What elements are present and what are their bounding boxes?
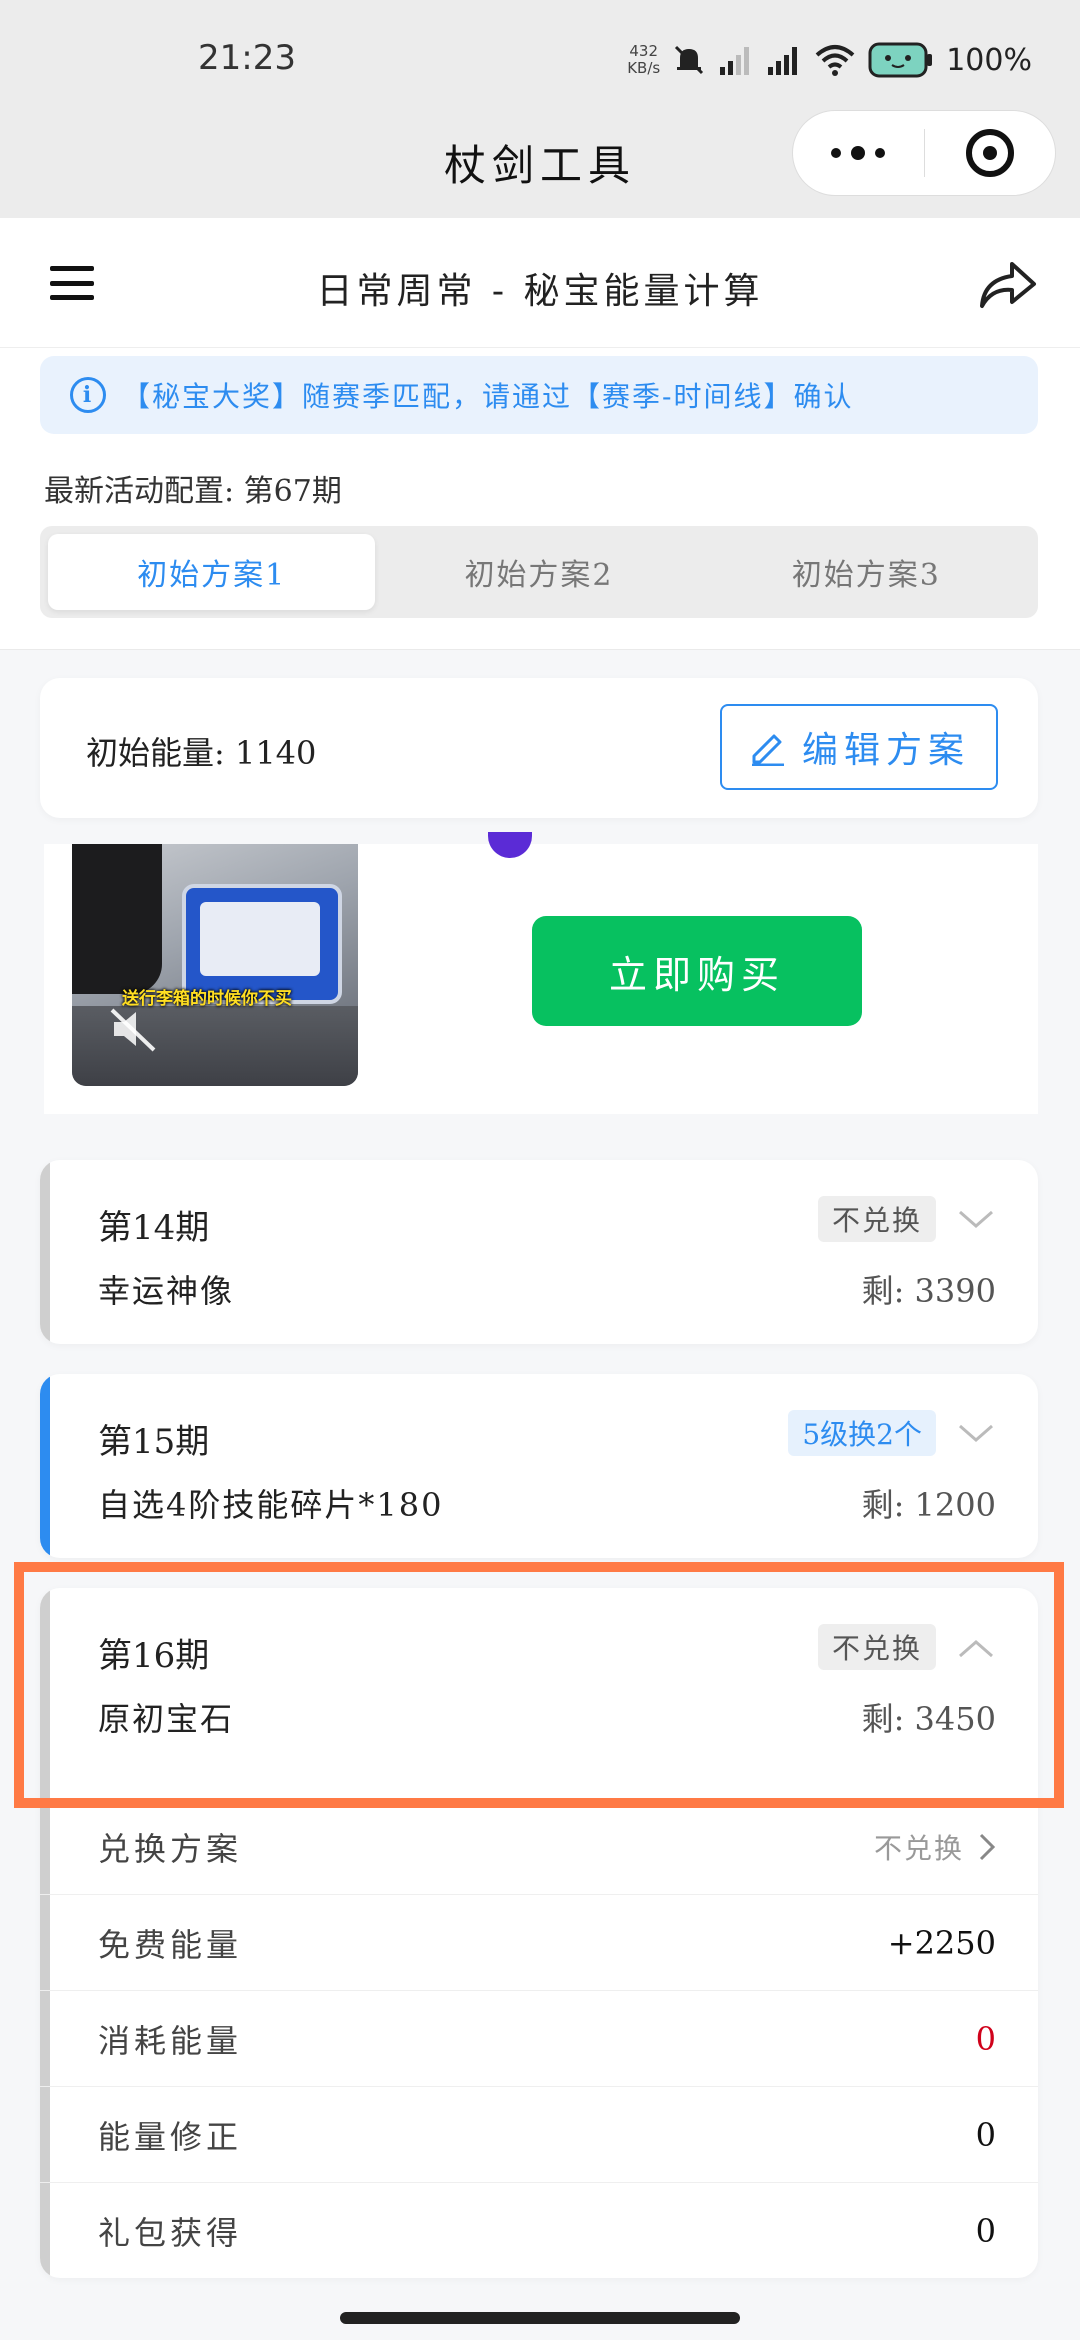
signal-full-icon: [768, 47, 798, 75]
initial-energy: 初始能量: 1140: [86, 734, 317, 772]
tab-plan-2[interactable]: 初始方案2: [375, 534, 702, 610]
period-card-14[interactable]: 第14期 不兑换 幸运神像 剩: 3390: [40, 1160, 1038, 1344]
pencil-icon: [751, 734, 784, 766]
period-item: 幸运神像: [98, 1272, 235, 1310]
exchange-badge: 不兑换: [817, 1196, 936, 1242]
exchange-plan-row[interactable]: 兑换方案 不兑换: [40, 1799, 1038, 1895]
ad-avatar: [488, 832, 532, 858]
chevron-down-icon[interactable]: [956, 1422, 996, 1446]
status-time: 21:23: [198, 38, 296, 78]
mute-speaker-icon[interactable]: [106, 1002, 160, 1056]
detail-value: +2250: [887, 1923, 996, 1962]
ad-video[interactable]: 送行李箱的时候你不买: [72, 844, 358, 1086]
period-status-bar: [40, 1374, 50, 1558]
more-button[interactable]: [793, 111, 924, 195]
period-remaining: 剩: 3390: [861, 1272, 996, 1310]
gift-pack-row[interactable]: 礼包获得 0: [40, 2183, 1038, 2278]
detail-value: 不兑换: [873, 1831, 964, 1865]
net-speed-unit: KB/s: [627, 59, 661, 77]
info-icon: i: [70, 377, 106, 413]
chevron-right-icon: [979, 1833, 996, 1860]
target-circle-icon: [965, 129, 1014, 177]
net-speed-value: 432: [629, 42, 659, 60]
buy-now-button[interactable]: 立即购买: [532, 916, 862, 1026]
mute-bell-icon: [675, 45, 704, 75]
detail-value: 0: [975, 2212, 996, 2250]
ad-video-person: [72, 844, 162, 994]
system-top-bar: 21:23 432 KB/s 100% 杖剑工具: [0, 0, 1080, 218]
home-indicator[interactable]: [340, 2312, 740, 2324]
latest-config: 最新活动配置: 第67期: [44, 474, 342, 509]
detail-label: 消耗能量: [98, 2021, 243, 2060]
period-title: 第14期: [98, 1208, 210, 1248]
detail-label: 免费能量: [98, 1925, 243, 1964]
page-header: 日常周常 - 秘宝能量计算: [0, 218, 1080, 348]
battery-percent: 100%: [946, 42, 1032, 78]
page-title: 日常周常 - 秘宝能量计算: [316, 271, 764, 312]
exchange-plan-value: 不兑换: [874, 1827, 996, 1867]
net-speed: 432 KB/s: [627, 43, 660, 77]
tab-plan-1[interactable]: 初始方案1: [48, 534, 376, 610]
detail-label: 能量修正: [98, 2117, 243, 2156]
more-dots-icon: [831, 146, 886, 160]
miniprogram-capsule: [792, 110, 1056, 196]
energy-card: 初始能量: 1140 编辑方案: [40, 678, 1038, 818]
consumed-energy-row: 消耗能量 0: [40, 1991, 1038, 2087]
status-icons: 432 KB/s 100%: [627, 40, 1032, 80]
config-section: i 【秘宝大奖】随赛季匹配，请通过【赛季-时间线】确认 最新活动配置: 第67期…: [0, 348, 1080, 650]
edit-plan-button[interactable]: 编辑方案: [720, 704, 998, 790]
exchange-badge: 5级换2个: [788, 1410, 936, 1456]
detail-value: 0: [975, 2115, 996, 2154]
edit-plan-label: 编辑方案: [801, 730, 970, 771]
notice-banner: i 【秘宝大奖】随赛季匹配，请通过【赛季-时间线】确认: [40, 356, 1038, 434]
highlight-box: [14, 1562, 1064, 1808]
period-details: 兑换方案 不兑换 免费能量 +2250 消耗能量 0 能量修正 0 礼包获得 0: [40, 1798, 1038, 2278]
tab-plan-3[interactable]: 初始方案3: [703, 534, 1030, 610]
period-remaining: 剩: 1200: [861, 1486, 996, 1524]
period-card-15[interactable]: 第15期 5级换2个 自选4阶技能碎片*180 剩: 1200: [40, 1374, 1038, 1558]
close-miniprogram-button[interactable]: [925, 111, 1056, 195]
free-energy-row: 免费能量 +2250: [40, 1895, 1038, 1991]
period-title: 第15期: [98, 1422, 210, 1462]
plan-tabs: 初始方案1 初始方案2 初始方案3: [40, 526, 1038, 618]
battery-icon: [868, 42, 933, 78]
ad-banner[interactable]: 送行李箱的时候你不买 立即购买: [44, 832, 1038, 1114]
share-icon[interactable]: [976, 256, 1038, 312]
chevron-down-icon[interactable]: [956, 1208, 996, 1232]
detail-label: 礼包获得: [98, 2214, 243, 2252]
notice-text: 【秘宝大奖】随赛季匹配，请通过【赛季-时间线】确认: [122, 380, 854, 413]
period-status-bar: [40, 1160, 50, 1344]
energy-correction-row[interactable]: 能量修正 0: [40, 2087, 1038, 2183]
period-item: 自选4阶技能碎片*180: [98, 1486, 444, 1524]
wifi-icon: [815, 45, 855, 76]
detail-label: 兑换方案: [98, 1829, 243, 1868]
signal-weak-icon: [720, 47, 750, 75]
detail-value: 0: [975, 2019, 996, 2058]
